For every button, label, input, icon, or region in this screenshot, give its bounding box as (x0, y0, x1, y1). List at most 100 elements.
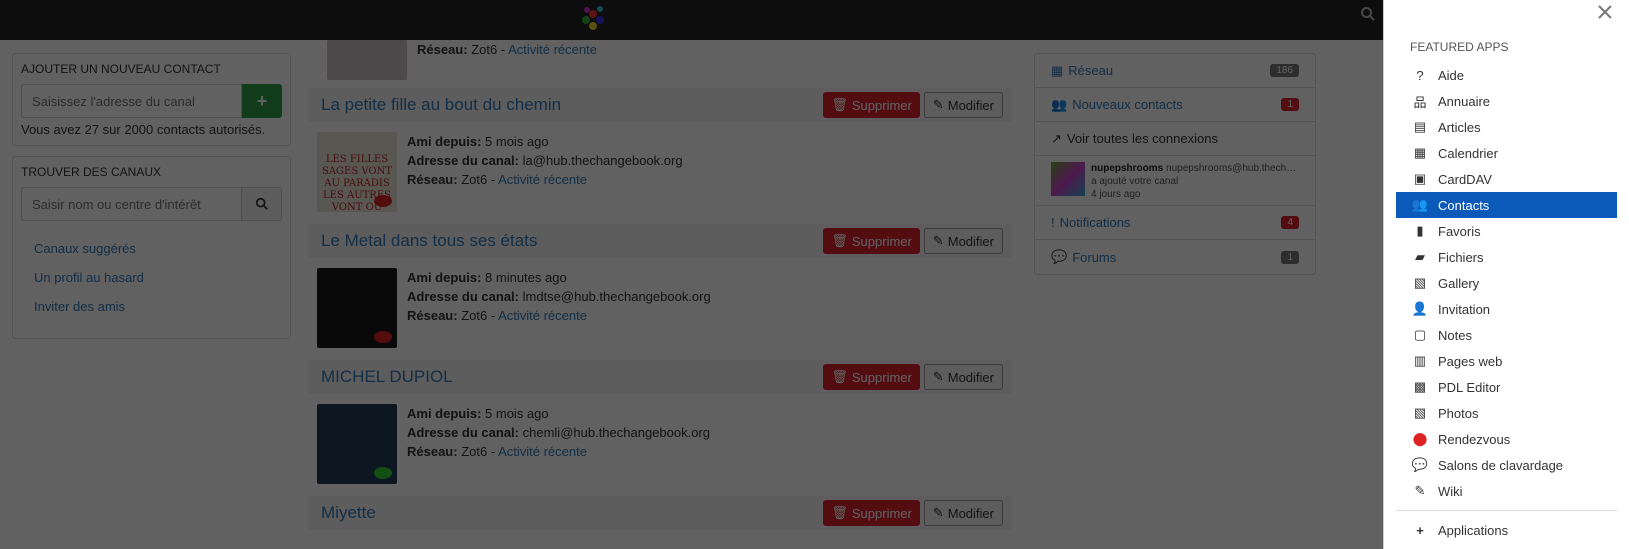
exclamation-icon: ! (1051, 215, 1055, 230)
recent-activity-link[interactable]: Activité récente (508, 42, 597, 57)
edit-contact-button[interactable]: ✎ Modifier (923, 228, 1003, 254)
contact-item: MICHEL DUPIOL 🗑 Supprimer ✎ Modifier Ami d… (307, 360, 1013, 496)
close-icon[interactable] (1597, 4, 1613, 20)
image-icon: ▧ (1413, 275, 1427, 290)
divider (1396, 510, 1617, 511)
trash-icon: 🗑 (831, 369, 848, 384)
applications-list: + Applications (1396, 517, 1617, 543)
file-text-icon: ▤ (1413, 119, 1427, 134)
contacts-list: Réseau: Zot6 - Activité récente La petit… (307, 40, 1013, 530)
forums-item[interactable]: 💬 Forums 1 (1035, 240, 1315, 274)
channel-address-input[interactable] (21, 84, 242, 118)
channel-search-input[interactable] (21, 187, 242, 221)
all-connections-item[interactable]: ↗ Voir toutes les connexions (1035, 122, 1315, 156)
app-item-applications[interactable]: + Applications (1396, 517, 1617, 543)
connections-aside: ▦ Réseau 186 👥 Nouveaux contacts 1 ↗ Voir t… (1034, 53, 1316, 275)
avatar (1051, 162, 1085, 196)
app-item-annuaire[interactable]: 品 Annuaire (1396, 88, 1617, 114)
app-item-aide[interactable]: ? Aide (1396, 62, 1617, 88)
recent-activity-link[interactable]: Activité récente (498, 172, 587, 187)
random-profile-link[interactable]: Un profil au hasard (34, 270, 269, 285)
new-contacts-item[interactable]: 👥 Nouveaux contacts 1 (1035, 88, 1315, 122)
app-item-notes[interactable]: ▢ Notes (1396, 322, 1617, 348)
add-contact-button[interactable]: + (242, 84, 282, 118)
pencil-icon: ✎ (932, 369, 944, 384)
featured-app-list: ? Aide 品 Annuaire ▤ Articles ▦ Calendrier ▣ C… (1396, 62, 1617, 504)
edit-contact-button[interactable]: ✎ Modifier (923, 92, 1003, 118)
users-icon: 👥 (1051, 96, 1068, 112)
comments-icon: 💬 (1411, 457, 1429, 472)
left-aside: AJOUTER UN NOUVEAU CONTACT + Vous avez 2… (12, 53, 291, 349)
app-item-fichiers[interactable]: ▰ Fichiers (1396, 244, 1617, 270)
site-logo-icon[interactable] (574, 0, 612, 38)
contact-photo[interactable] (327, 40, 407, 80)
contacts-allowed-hint: Vous avez 27 sur 2000 contacts autorisés… (21, 122, 266, 137)
edit-contact-button[interactable]: ✎ Modifier (923, 364, 1003, 390)
find-channels-widget: TROUVER DES CANAUX Canaux suggérés Un pr… (12, 156, 291, 339)
featured-apps-title: FEATURED APPS (1410, 40, 1509, 54)
recent-activity-link[interactable]: Activité récente (498, 308, 587, 323)
grid-icon: ▦ (1051, 62, 1064, 78)
image-icon: ▧ (1413, 405, 1427, 420)
chat-icon (374, 331, 392, 343)
edit-contact-button[interactable]: ✎ Modifier (923, 500, 1003, 526)
sticky-note-icon: ▢ (1413, 327, 1427, 342)
recent-activity-link[interactable]: Activité récente (498, 444, 587, 459)
calendar-icon: ▦ (1413, 145, 1427, 160)
suggested-channels-link[interactable]: Canaux suggérés (34, 241, 269, 256)
contact-photo[interactable]: LES FILLES SAGES VONT AU PARADIS LES AUT… (317, 132, 397, 212)
pencil-square-icon: ✎ (1414, 483, 1426, 498)
contact-name-link[interactable]: La petite fille au bout du chemin (321, 95, 561, 115)
app-item-pdl-editor[interactable]: ▩ PDL Editor (1396, 374, 1617, 400)
app-item-wiki[interactable]: ✎ Wiki (1396, 478, 1617, 504)
app-item-contacts[interactable]: 👥 Contacts (1396, 192, 1617, 218)
notification-entry[interactable]: nupepshrooms nupepshrooms@hub.thech… a a… (1035, 156, 1315, 206)
delete-contact-button[interactable]: 🗑 Supprimer (823, 364, 920, 390)
contact-name-link[interactable]: MICHEL DUPIOL (321, 367, 453, 387)
contact-name-link[interactable]: Le Metal dans tous ses états (321, 231, 537, 251)
app-item-photos[interactable]: ▧ Photos (1396, 400, 1617, 426)
app-item-calendrier[interactable]: ▦ Calendrier (1396, 140, 1617, 166)
app-item-pages-web[interactable]: ▥ Pages web (1396, 348, 1617, 374)
plus-icon: + (1416, 522, 1424, 538)
external-link-icon: ↗ (1051, 130, 1062, 146)
folder-open-icon: ▰ (1415, 249, 1425, 264)
app-item-rendezvous[interactable]: ⬤ Rendezvous (1396, 426, 1617, 452)
sitemap-icon: 品 (1413, 94, 1427, 110)
delete-contact-button[interactable]: 🗑 Supprimer (823, 500, 920, 526)
question-icon: ? (1416, 67, 1424, 83)
network-count-badge: 186 (1270, 64, 1299, 77)
search-icon[interactable] (1360, 6, 1376, 22)
bookmark-icon: ▮ (1416, 223, 1424, 238)
pencil-icon: ✎ (932, 97, 944, 112)
contact-fragment-top: Réseau: Zot6 - Activité récente (307, 40, 1013, 88)
notifications-item[interactable]: ! Notifications 4 (1035, 206, 1315, 240)
delete-contact-button[interactable]: 🗑 Supprimer (823, 92, 920, 118)
map-marker-icon: ⬤ (1412, 431, 1428, 446)
trash-icon: 🗑 (831, 505, 848, 520)
users-icon: 👥 (1411, 197, 1429, 212)
search-icon (255, 197, 268, 210)
new-contacts-badge: 1 (1281, 98, 1299, 111)
pencil-icon: ✎ (932, 505, 944, 520)
delete-contact-button[interactable]: 🗑 Supprimer (823, 228, 920, 254)
network-item[interactable]: ▦ Réseau 186 (1035, 54, 1315, 88)
app-item-salons-de-clavardage[interactable]: 💬 Salons de clavardage (1396, 452, 1617, 478)
notifications-badge: 4 (1281, 216, 1299, 229)
app-item-gallery[interactable]: ▧ Gallery (1396, 270, 1617, 296)
layout-icon: ▩ (1413, 379, 1427, 394)
contact-photo[interactable] (317, 268, 397, 348)
app-item-invitation[interactable]: 👤 Invitation (1396, 296, 1617, 322)
contact-photo[interactable] (317, 404, 397, 484)
user-plus-icon: 👤 (1411, 301, 1429, 316)
newspaper-icon: ▥ (1413, 353, 1427, 368)
channel-search-button[interactable] (242, 187, 282, 221)
app-item-carddav[interactable]: ▣ CardDAV (1396, 166, 1617, 192)
app-item-articles[interactable]: ▤ Articles (1396, 114, 1617, 140)
chat-icon (374, 195, 392, 207)
invite-friends-link[interactable]: Inviter des amis (34, 299, 269, 314)
address-card-icon: ▣ (1413, 171, 1427, 186)
contact-name-link[interactable]: Miyette (321, 503, 376, 523)
app-item-favoris[interactable]: ▮ Favoris (1396, 218, 1617, 244)
trash-icon: 🗑 (831, 233, 848, 248)
